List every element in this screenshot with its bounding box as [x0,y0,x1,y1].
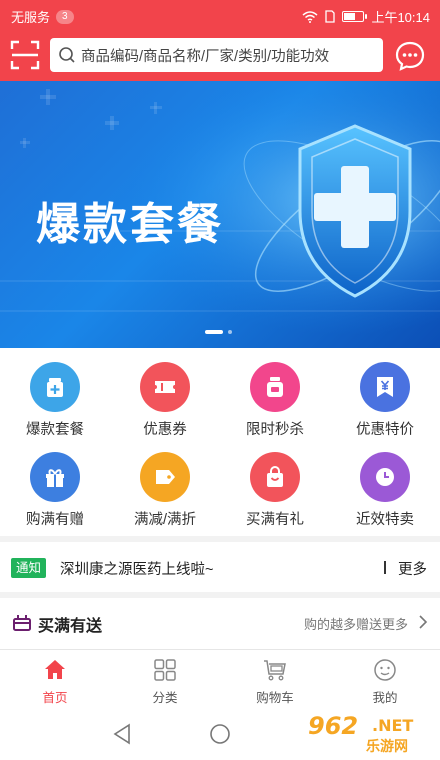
wifi-icon [302,10,318,23]
shopping-bag-icon [250,452,300,502]
notice-tag: 通知 [11,558,47,578]
tab-label: 购物车 [256,691,294,705]
yen-tag-icon [360,362,410,412]
tab-label: 首页 [42,691,68,705]
home-icon [45,660,65,679]
pagination-dot [228,330,232,334]
promo-subtitle[interactable]: 购的越多赠送更多 [304,614,408,633]
promo-banner[interactable]: 爆款套餐 [0,81,440,348]
category-label: 近效特卖 [356,512,414,528]
tab-home[interactable]: 首页 [0,650,110,708]
notice-text[interactable]: 深圳康之源医药上线啦~ [60,558,213,579]
category-item[interactable]: 限时秒杀 [220,348,330,438]
category-label: 购满有赠 [26,512,84,528]
back-icon[interactable] [112,723,132,745]
category-label: 优惠券 [143,422,187,438]
app-header: 无服务 3 上午10:14 商品编码/商品名称/厂家/类别/功能功效 [0,0,440,81]
category-label: 限时秒杀 [246,422,304,438]
tab-profile[interactable]: 我的 [330,650,440,708]
banner-title: 爆款套餐 [36,199,224,250]
category-grid: 爆款套餐 优惠券 限时秒杀 优惠特价购满有赠 满减/满折 买满有礼 近效特卖 [0,348,440,536]
pagination-dot-active [205,330,223,334]
gift-box-icon [13,615,31,631]
profile-icon [374,659,396,681]
home-button-icon[interactable] [209,723,231,745]
scan-icon[interactable] [10,40,40,70]
divider [384,561,386,574]
category-label: 爆款套餐 [26,422,84,438]
notification-count-badge: 3 [56,9,74,24]
chevron-right-icon[interactable] [418,614,428,630]
promo-title: 买满有送 [38,618,103,635]
gift-icon [30,452,80,502]
category-item[interactable]: 近效特卖 [330,438,440,528]
jar-icon [250,362,300,412]
category-item[interactable]: 优惠特价 [330,348,440,438]
category-item[interactable]: 优惠券 [110,348,220,438]
category-label: 买满有礼 [246,512,304,528]
tab-cart[interactable]: 购物车 [220,650,330,708]
category-item[interactable]: 爆款套餐 [0,348,110,438]
notice-more-link[interactable]: 更多 [398,558,427,579]
banner-pagination [205,330,232,334]
category-label: 优惠特价 [356,422,414,438]
clock-icon [360,452,410,502]
site-watermark-logo: 962 .NET 乐游网 [300,712,435,756]
battery-icon [342,11,368,22]
cart-icon [264,660,286,681]
watermark-domain: .NET [372,716,414,735]
category-label: 满减/满折 [133,512,197,528]
medicine-bottle-icon [30,362,80,412]
search-input[interactable]: 商品编码/商品名称/厂家/类别/功能功效 [50,38,383,72]
tab-label: 分类 [152,691,178,705]
tab-category[interactable]: 分类 [110,650,220,708]
sim-card-icon [325,10,336,23]
watermark-number: 962 [308,712,359,740]
watermark-chinese: 乐游网 [366,738,408,754]
search-icon [59,47,75,63]
price-tag-icon [140,452,190,502]
notice-bar[interactable]: 通知 深圳康之源医药上线啦~ 更多 [0,542,440,592]
search-placeholder: 商品编码/商品名称/厂家/类别/功能功效 [81,48,330,65]
ticket-icon [140,362,190,412]
category-item[interactable]: 购满有赠 [0,438,110,528]
clock-time: 上午10:14 [371,10,430,25]
status-bar: 无服务 3 上午10:14 [0,0,440,30]
message-icon[interactable] [394,40,426,72]
category-item[interactable]: 满减/满折 [110,438,220,528]
category-grid-icon [154,659,176,681]
promo-section-header[interactable]: 买满有送 购的越多赠送更多 [0,598,440,650]
carrier-label: 无服务 [11,10,51,25]
bottom-tab-bar: 首页 分类 购物车 我的 [0,650,440,708]
category-item[interactable]: 买满有礼 [220,438,330,528]
tab-label: 我的 [372,691,398,705]
